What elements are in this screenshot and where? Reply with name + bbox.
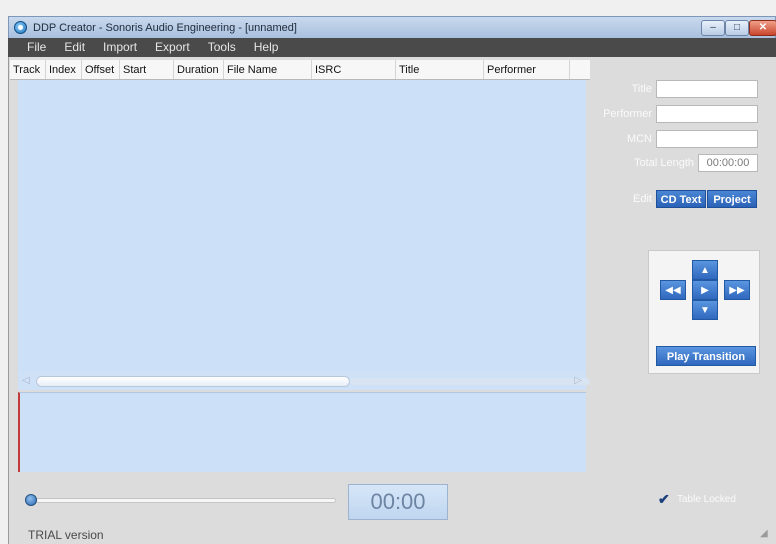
performer-label: Performer <box>603 108 652 120</box>
rewind-icon[interactable]: ◀◀ <box>660 280 686 300</box>
title-label: Title <box>631 83 652 95</box>
menu-import[interactable]: Import <box>94 38 146 57</box>
column-performer[interactable]: Performer <box>484 60 570 79</box>
scroll-left-icon[interactable]: ◁ <box>20 374 32 388</box>
waveform-view[interactable] <box>18 392 586 472</box>
menu-tools[interactable]: Tools <box>199 38 245 57</box>
play-icon[interactable]: ▶ <box>692 280 718 300</box>
minimize-button[interactable]: – <box>701 20 725 36</box>
performer-field[interactable] <box>656 105 758 123</box>
table-locked-checkbox[interactable]: ✔ <box>658 492 672 506</box>
close-button[interactable]: ✕ <box>749 20 776 36</box>
track-table-header: Track Index Offset Start Duration File N… <box>10 60 590 80</box>
trial-version-label: TRIAL version <box>28 528 104 542</box>
table-locked-label: Table Locked <box>677 494 736 505</box>
title-field[interactable] <box>656 80 758 98</box>
project-button[interactable]: Project <box>707 190 757 208</box>
menu-help[interactable]: Help <box>245 38 288 57</box>
column-offset[interactable]: Offset <box>82 60 120 79</box>
scroll-track <box>350 378 590 385</box>
total-length-label: Total Length <box>634 157 694 169</box>
edit-label: Edit <box>633 193 652 205</box>
menu-export[interactable]: Export <box>146 38 199 57</box>
window-title: DDP Creator - Sonoris Audio Engineering … <box>33 22 297 34</box>
column-file-name[interactable]: File Name <box>224 60 312 79</box>
cd-text-button[interactable]: CD Text <box>656 190 706 208</box>
scroll-thumb[interactable] <box>36 376 350 387</box>
column-track[interactable]: Track <box>10 60 46 79</box>
resize-grip-icon[interactable]: ◢ <box>760 528 774 542</box>
position-slider-track[interactable] <box>36 498 336 503</box>
column-start[interactable]: Start <box>120 60 174 79</box>
menu-file[interactable]: File <box>18 38 55 57</box>
total-length-value: 00:00:00 <box>698 154 758 172</box>
mcn-label: MCN <box>626 133 652 145</box>
column-index[interactable]: Index <box>46 60 82 79</box>
menu-edit[interactable]: Edit <box>55 38 94 57</box>
title-bar: DDP Creator - Sonoris Audio Engineering … <box>8 16 776 38</box>
down-icon[interactable]: ▼ <box>692 300 718 320</box>
fast-forward-icon[interactable]: ▶▶ <box>724 280 750 300</box>
time-display: 00:00 <box>348 484 448 520</box>
mcn-field[interactable] <box>656 130 758 148</box>
horizontal-scrollbar[interactable]: ◁ ▷ <box>18 372 590 390</box>
scroll-right-icon[interactable]: ▷ <box>572 374 584 388</box>
play-transition-button[interactable]: Play Transition <box>656 346 756 366</box>
up-icon[interactable]: ▲ <box>692 260 718 280</box>
position-slider-knob[interactable] <box>25 494 37 506</box>
column-duration[interactable]: Duration <box>174 60 224 79</box>
menu-bar: File Edit Import Export Tools Help <box>8 38 776 57</box>
column-more[interactable] <box>570 60 590 79</box>
track-table-body[interactable] <box>18 80 586 372</box>
app-icon <box>14 21 27 34</box>
maximize-button[interactable]: □ <box>725 20 749 36</box>
column-title[interactable]: Title <box>396 60 484 79</box>
column-isrc[interactable]: ISRC <box>312 60 396 79</box>
